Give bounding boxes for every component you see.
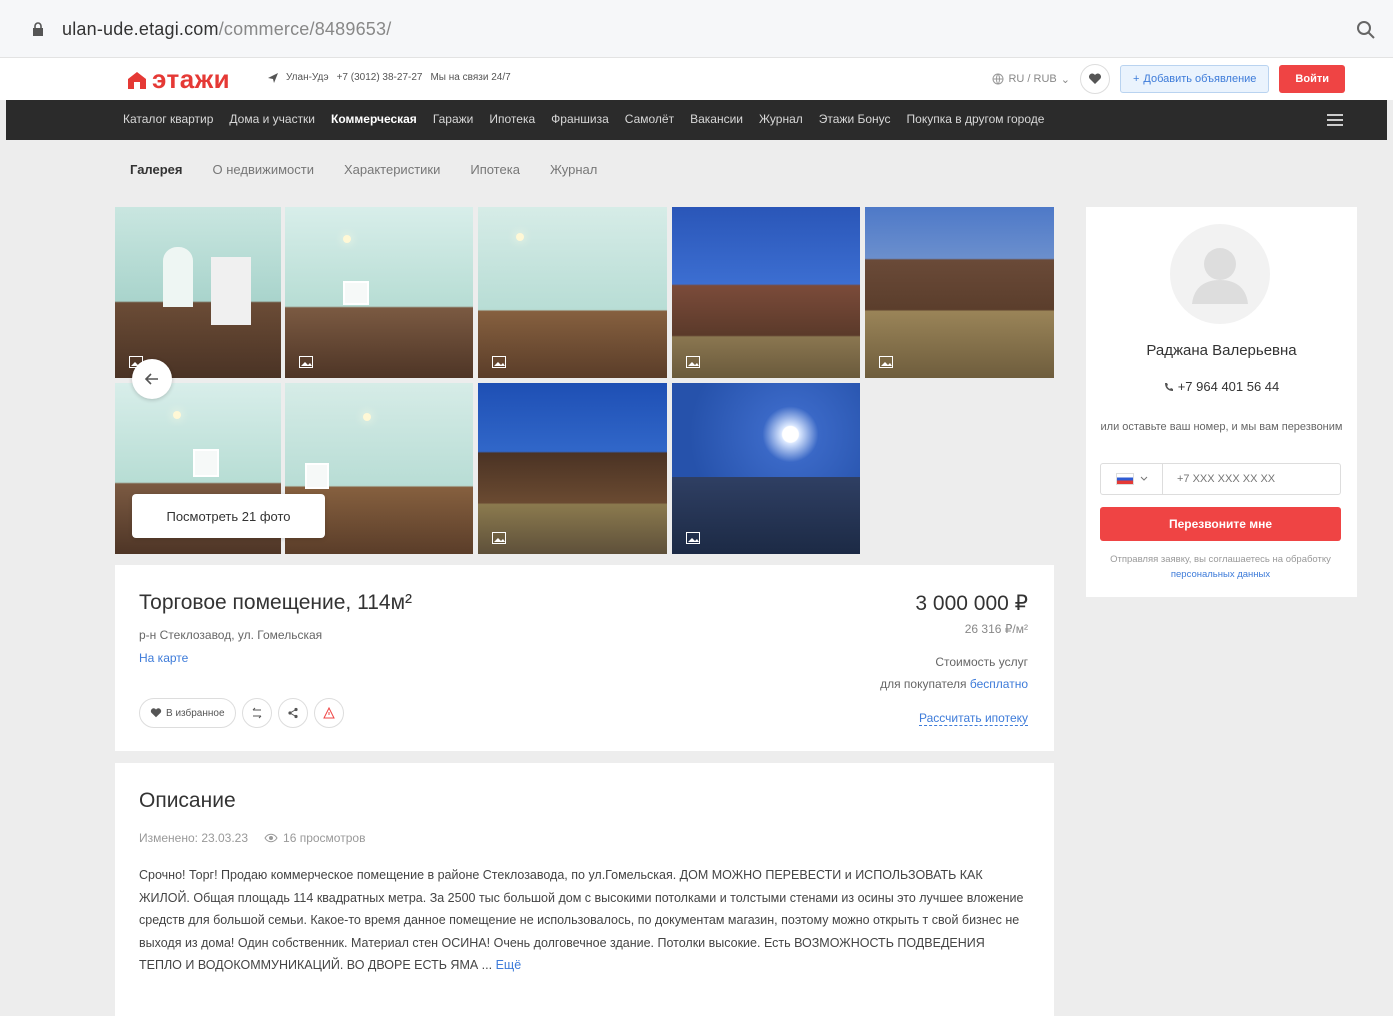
chevron-down-icon xyxy=(1140,476,1147,481)
globe-icon xyxy=(992,73,1004,85)
nav-item[interactable]: Журнал xyxy=(759,112,803,126)
request-callback-button[interactable]: Перезвоните мне xyxy=(1100,507,1341,541)
image-icon xyxy=(686,356,700,368)
callback-hint: или оставьте ваш номер, и мы вам перезво… xyxy=(1100,421,1343,433)
agent-contact-card: Раджана Валерьевна +7 964 401 56 44 или … xyxy=(1086,207,1357,597)
show-on-map-link[interactable]: На карте xyxy=(139,651,188,665)
listing-address: р-н Стеклозавод, ул. Гомельская xyxy=(139,628,323,642)
warning-icon xyxy=(322,707,335,719)
subtab[interactable]: Ипотека xyxy=(470,162,520,177)
service-cost-value: для покупателя бесплатно xyxy=(880,677,1028,691)
main-nav: Каталог квартир Дома и участки Коммерческа… xyxy=(6,100,1387,140)
gallery-photo[interactable] xyxy=(672,383,860,554)
menu-icon[interactable] xyxy=(1327,114,1343,126)
browser-address-bar[interactable]: ulan-ude.etagi.com/commerce/8489653/ xyxy=(0,0,1393,58)
compare-icon xyxy=(252,707,261,719)
nav-item[interactable]: Дома и участки xyxy=(229,112,315,126)
share-icon xyxy=(287,707,298,719)
image-icon xyxy=(686,532,700,544)
plus-icon: + xyxy=(1132,73,1140,85)
agent-phone[interactable]: +7 964 401 56 44 xyxy=(1086,379,1357,394)
gallery-photo[interactable] xyxy=(865,207,1054,378)
image-icon xyxy=(492,356,506,368)
callback-phone-input[interactable] xyxy=(1163,464,1340,494)
consent-text: Отправляя заявку, вы соглашаетесь на обр… xyxy=(1110,554,1331,580)
city-info: Улан-Удэ +7 (3012) 38-27-27 Мы на связи … xyxy=(268,72,511,83)
site-header: этажи Улан-Удэ +7 (3012) 38-27-27 Мы на … xyxy=(0,58,1393,100)
heart-icon xyxy=(1088,73,1101,84)
russia-flag-icon xyxy=(1115,473,1134,485)
nav-item[interactable]: Ипотека xyxy=(489,112,535,126)
description-meta: Изменено: 23.03.23 16 просмотров xyxy=(139,831,365,845)
nav-item[interactable]: Самолёт xyxy=(625,112,674,126)
arrow-left-icon xyxy=(144,373,158,385)
read-more-link[interactable]: Ещё xyxy=(496,958,522,972)
report-button[interactable] xyxy=(313,698,344,728)
page-subtabs: Галерея О недвижимости Характеристики Ипоте… xyxy=(130,162,597,177)
site-logo[interactable]: этажи xyxy=(126,64,230,95)
image-icon xyxy=(299,356,313,368)
image-icon xyxy=(492,532,506,544)
nav-item[interactable]: Вакансии xyxy=(690,112,743,126)
avatar xyxy=(1170,224,1270,324)
city-selector[interactable]: Улан-Удэ xyxy=(286,72,329,83)
calculate-mortgage-link[interactable]: Рассчитать ипотеку xyxy=(919,711,1028,726)
nav-item[interactable]: Коммерческая xyxy=(331,112,417,126)
add-to-favorites-button[interactable]: В избранное xyxy=(139,698,236,728)
nav-item[interactable]: Каталог квартир xyxy=(123,112,213,126)
image-icon xyxy=(879,356,893,368)
gallery-prev-button[interactable] xyxy=(132,359,172,399)
subtab[interactable]: Журнал xyxy=(550,162,597,177)
house-logo-icon xyxy=(128,71,146,89)
chevron-down-icon: ⌄ xyxy=(1060,73,1070,86)
add-ad-button[interactable]: + Добавить объявление xyxy=(1119,65,1270,93)
listing-summary-card: Торговое помещение, 114м² р-н Стеклозаво… xyxy=(115,565,1054,751)
share-button[interactable] xyxy=(277,698,308,728)
view-all-photos-button[interactable]: Посмотреть 21 фото xyxy=(132,494,325,538)
description-heading: Описание xyxy=(139,789,236,812)
zoom-icon[interactable] xyxy=(1356,20,1376,40)
nav-list: Каталог квартир Дома и участки Коммерческа… xyxy=(123,112,1044,126)
user-icon xyxy=(1192,248,1248,304)
header-phone[interactable]: +7 (3012) 38-27-27 xyxy=(337,72,423,83)
nav-item[interactable]: Покупка в другом городе xyxy=(907,112,1045,126)
view-count: 16 просмотров xyxy=(283,831,366,845)
description-card: Описание Изменено: 23.03.23 16 просмотро… xyxy=(115,763,1054,1016)
callback-phone-field xyxy=(1100,463,1341,495)
personal-data-link[interactable]: персональных данных xyxy=(1171,569,1270,580)
gallery-photo[interactable] xyxy=(285,207,473,378)
changed-date: Изменено: 23.03.23 xyxy=(139,831,249,845)
photo-gallery: Посмотреть 21 фото xyxy=(115,207,1054,554)
listing-title: Торговое помещение, 114м² xyxy=(139,591,413,614)
service-free-link[interactable]: бесплатно xyxy=(970,677,1028,691)
login-button[interactable]: Войти xyxy=(1279,65,1345,93)
eye-icon xyxy=(264,833,278,843)
gallery-photo[interactable] xyxy=(115,207,281,378)
heart-icon xyxy=(150,708,162,718)
subtab[interactable]: Галерея xyxy=(130,162,183,177)
favorites-button[interactable] xyxy=(1079,64,1110,94)
header-hours: Мы на связи 24/7 xyxy=(430,72,511,83)
subtab[interactable]: Характеристики xyxy=(344,162,440,177)
location-arrow-icon xyxy=(268,72,278,83)
listing-price: 3 000 000 ₽ xyxy=(915,592,1028,615)
language-currency-selector[interactable]: RU / RUB ⌄ xyxy=(992,73,1070,86)
nav-item[interactable]: Гаражи xyxy=(433,112,474,126)
compare-button[interactable] xyxy=(241,698,272,728)
agent-name: Раджана Валерьевна xyxy=(1146,342,1297,359)
address-url[interactable]: ulan-ude.etagi.com/commerce/8489653/ xyxy=(62,19,391,40)
gallery-photo[interactable] xyxy=(478,383,667,554)
service-cost-label: Стоимость услуг xyxy=(935,655,1028,669)
gallery-photo[interactable] xyxy=(672,207,860,378)
gallery-photo[interactable] xyxy=(478,207,667,378)
description-text: Срочно! Торг! Продаю коммерческое помеще… xyxy=(139,868,1024,972)
subtab[interactable]: О недвижимости xyxy=(213,162,314,177)
country-code-selector[interactable] xyxy=(1101,464,1163,494)
nav-item[interactable]: Этажи Бонус xyxy=(819,112,891,126)
lock-icon xyxy=(33,22,43,36)
phone-icon xyxy=(1164,382,1173,391)
price-per-m2: 26 316 ₽/м² xyxy=(964,622,1028,636)
nav-item[interactable]: Франшиза xyxy=(551,112,609,126)
